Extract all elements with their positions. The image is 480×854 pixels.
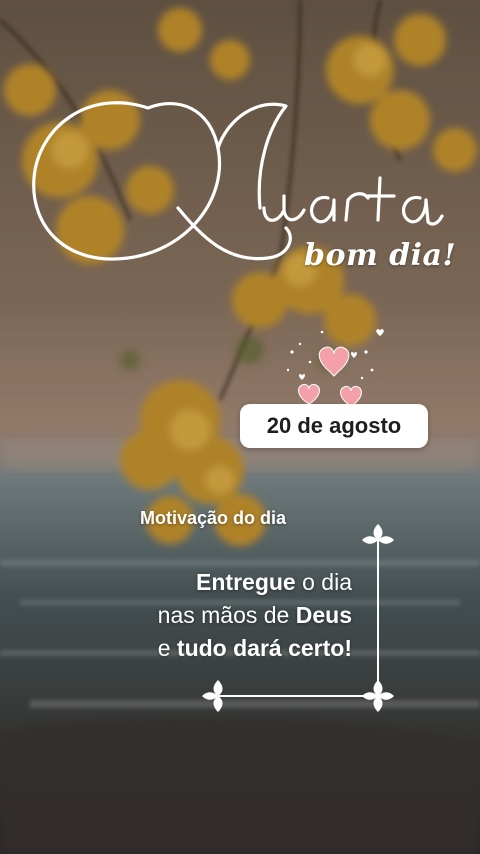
date-text: 20 de agosto bbox=[266, 413, 402, 438]
quote-line-3: e tudo dará certo! bbox=[158, 632, 352, 665]
date-badge: 20 de agosto bbox=[240, 404, 428, 448]
quote-line-1-bold: Entregue bbox=[196, 569, 296, 595]
quote-line-3-bold: tudo dará certo! bbox=[176, 635, 352, 661]
motivation-label: Motivação do dia bbox=[140, 508, 287, 528]
quote-line-2: nas mãos de Deus bbox=[158, 599, 352, 632]
greeting-text: bom dia! bbox=[304, 238, 456, 273]
quote-line-3-rest: e bbox=[157, 635, 177, 661]
greeting-exclaim: ! bbox=[442, 238, 457, 273]
motivation-quote: Entregue o dia nas mãos de Deus e tudo d… bbox=[158, 566, 352, 665]
quote-line-2-bold: Deus bbox=[295, 602, 352, 628]
hearts-icon bbox=[282, 322, 392, 412]
greeting-label: bom dia bbox=[304, 238, 443, 273]
quote-line-1: Entregue o dia bbox=[158, 566, 352, 599]
quote-line-1-rest: o dia bbox=[295, 569, 352, 595]
story-card: bom dia! 20 de agosto Motivação do dia E… bbox=[0, 0, 480, 854]
quote-line-2-rest: nas mãos de bbox=[157, 602, 296, 628]
